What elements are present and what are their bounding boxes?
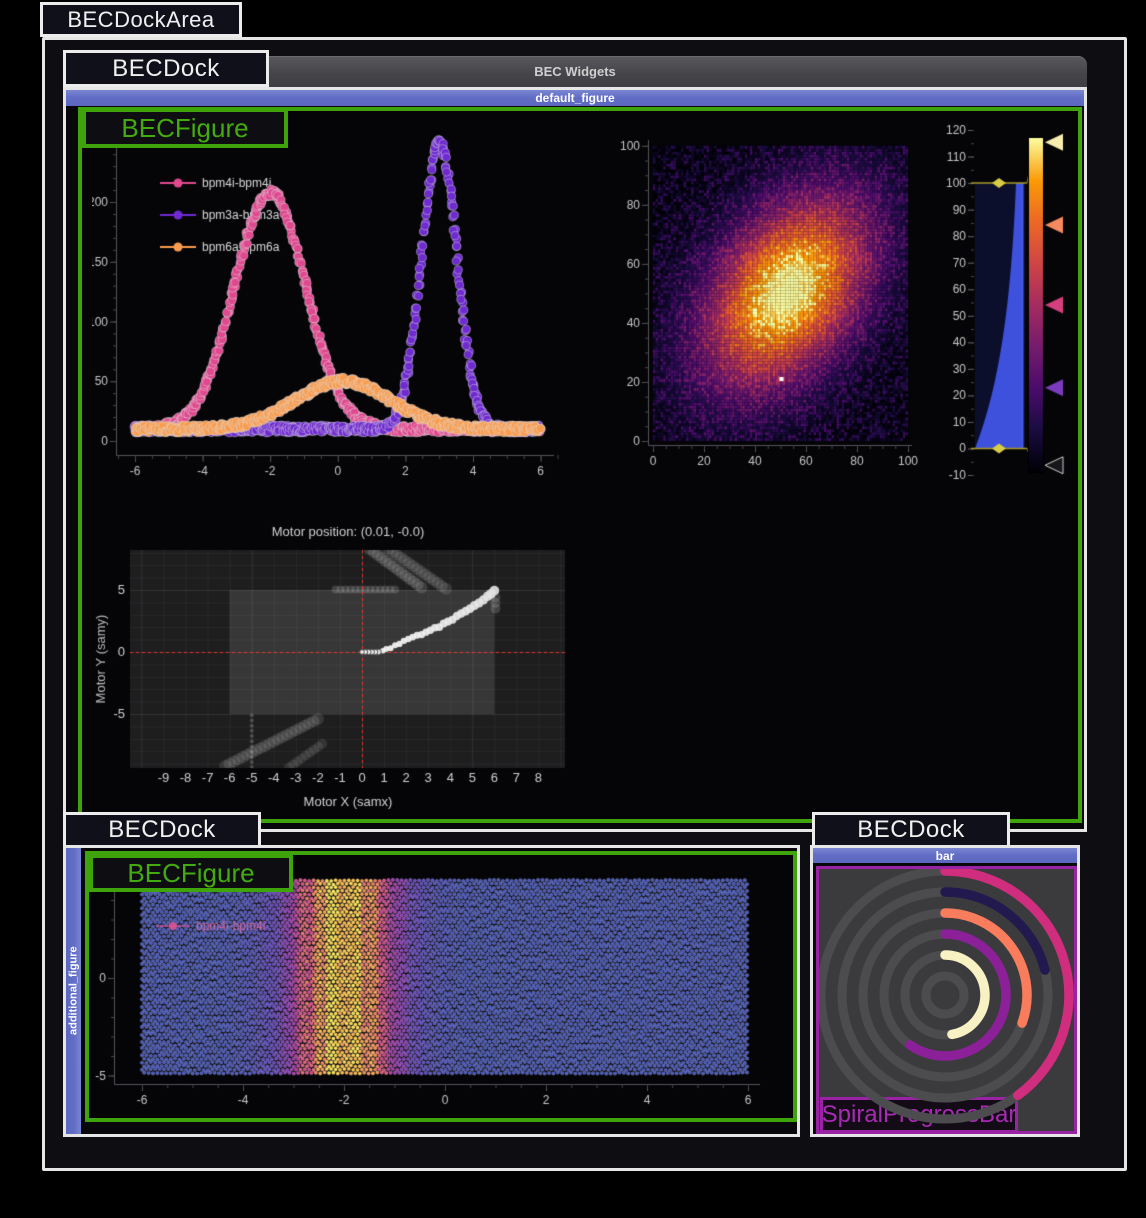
dock3-title-text: bar [936, 849, 955, 863]
spiral-widget-label-text: SpiralProgressBar [822, 1101, 1017, 1129]
dock1-label-text: BECDock [112, 55, 220, 83]
spiral-widget-frame [816, 866, 1077, 1134]
figure1-label: BECFigure [82, 108, 288, 148]
dock3-label: BECDock [812, 812, 1010, 848]
dock-area-label-text: BECDockArea [67, 7, 214, 33]
dock3-label-text: BECDock [857, 816, 965, 844]
spiral-widget-label: SpiralProgressBar [820, 1097, 1018, 1133]
dock1-tab-title: BEC Widgets [534, 64, 616, 79]
scan-scatter-plot[interactable] [92, 872, 792, 1114]
figure2-label: BECFigure [89, 854, 293, 892]
dock3-title-bar[interactable]: bar [813, 848, 1077, 863]
dock2-title-bar[interactable]: additional_figure [66, 848, 81, 1134]
dock2-label-text: BECDock [108, 816, 216, 844]
dock2-label: BECDock [63, 812, 261, 848]
dock2-title-text: additional_figure [68, 947, 80, 1036]
dock1-label: BECDock [63, 50, 269, 87]
waveform-plot[interactable] [92, 118, 570, 490]
dock-area-label: BECDockArea [40, 2, 242, 37]
figure1-label-text: BECFigure [121, 113, 248, 144]
histogram-lut[interactable] [935, 115, 1075, 490]
desktop: { "ui": { "dock_area_label": "BECDockAre… [0, 0, 1146, 1218]
dock1-title-text: default_figure [535, 91, 614, 105]
figure2-label-text: BECFigure [127, 858, 254, 889]
image-plot[interactable] [612, 130, 942, 480]
motor-map-plot[interactable] [95, 522, 595, 822]
dock1-title-bar[interactable]: default_figure [66, 90, 1084, 106]
